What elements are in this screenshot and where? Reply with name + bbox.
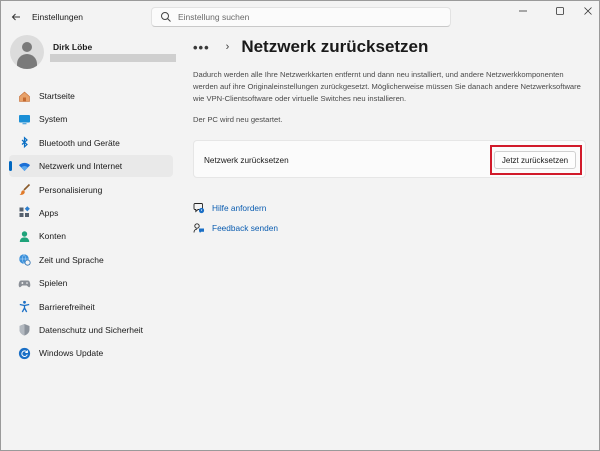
bluetooth-icon <box>17 136 31 150</box>
sidebar-item-apps[interactable]: Apps <box>9 202 173 224</box>
sidebar-item-spielen[interactable]: Spielen <box>9 272 173 294</box>
sidebar-item-startseite[interactable]: Startseite <box>9 85 173 107</box>
accessibility-icon <box>17 300 31 314</box>
brush-icon <box>17 183 31 197</box>
user-email-redacted <box>50 54 176 62</box>
search-input[interactable] <box>178 12 438 22</box>
maximize-button[interactable] <box>545 1 575 21</box>
globe-clock-icon <box>17 253 31 267</box>
settings-window: Einstellungen Dirk Löbe <box>0 0 600 451</box>
page-title: Netzwerk zurücksetzen <box>241 37 429 56</box>
title-bar: Einstellungen <box>1 1 599 33</box>
network-reset-card: Netzwerk zurücksetzen Jetzt zurücksetzen <box>193 140 586 178</box>
apps-icon <box>17 206 31 220</box>
arrow-left-icon <box>11 13 20 21</box>
send-feedback-link[interactable]: Feedback senden <box>193 218 278 238</box>
get-help-link[interactable]: Hilfe anfordern <box>193 198 278 218</box>
close-button[interactable] <box>573 1 600 21</box>
sidebar-item-barrierefreiheit[interactable]: Barrierefreiheit <box>9 296 173 318</box>
gamepad-icon <box>17 276 31 290</box>
help-links: Hilfe anfordern Feedback senden <box>193 198 278 238</box>
sidebar-item-system[interactable]: System <box>9 108 173 130</box>
monitor-icon <box>17 112 31 126</box>
update-icon <box>17 346 31 360</box>
shield-icon <box>17 323 31 337</box>
back-button[interactable] <box>7 8 25 26</box>
search-icon <box>160 11 172 23</box>
sidebar-item-zeit-sprache[interactable]: Zeit und Sprache <box>9 249 173 271</box>
close-icon <box>584 7 592 15</box>
breadcrumb: ••• › Netzwerk zurücksetzen <box>193 37 428 57</box>
feedback-icon <box>193 222 205 234</box>
app-title: Einstellungen <box>32 12 84 22</box>
sidebar-item-personalisierung[interactable]: Personalisierung <box>9 179 173 201</box>
minimize-button[interactable] <box>508 1 538 21</box>
sidebar-item-netzwerk[interactable]: Netzwerk und Internet <box>9 155 173 178</box>
help-chat-icon <box>193 202 205 214</box>
user-name: Dirk Löbe <box>53 42 93 52</box>
sidebar-item-konten[interactable]: Konten <box>9 225 173 247</box>
breadcrumb-more-button[interactable]: ••• <box>193 40 210 55</box>
sidebar-item-windows-update[interactable]: Windows Update <box>9 342 173 364</box>
search-box[interactable] <box>151 7 451 27</box>
reset-now-button[interactable]: Jetzt zurücksetzen <box>494 151 576 169</box>
network-reset-label: Netzwerk zurücksetzen <box>204 156 289 165</box>
avatar <box>10 35 44 69</box>
chevron-right-icon: › <box>225 41 230 53</box>
page-description: Dadurch werden alle Ihre Netzwerkkarten … <box>193 70 581 103</box>
sidebar-item-datenschutz[interactable]: Datenschutz und Sicherheit <box>9 319 173 341</box>
home-icon <box>17 89 31 103</box>
minimize-icon <box>519 10 527 12</box>
wifi-icon <box>17 159 31 173</box>
sidebar-item-bluetooth[interactable]: Bluetooth und Geräte <box>9 132 173 154</box>
person-icon <box>17 229 31 243</box>
maximize-icon <box>556 7 564 15</box>
sidebar-nav: Startseite System Bluetooth und Geräte N… <box>9 85 173 366</box>
restart-note: Der PC wird neu gestartet. <box>193 115 283 124</box>
